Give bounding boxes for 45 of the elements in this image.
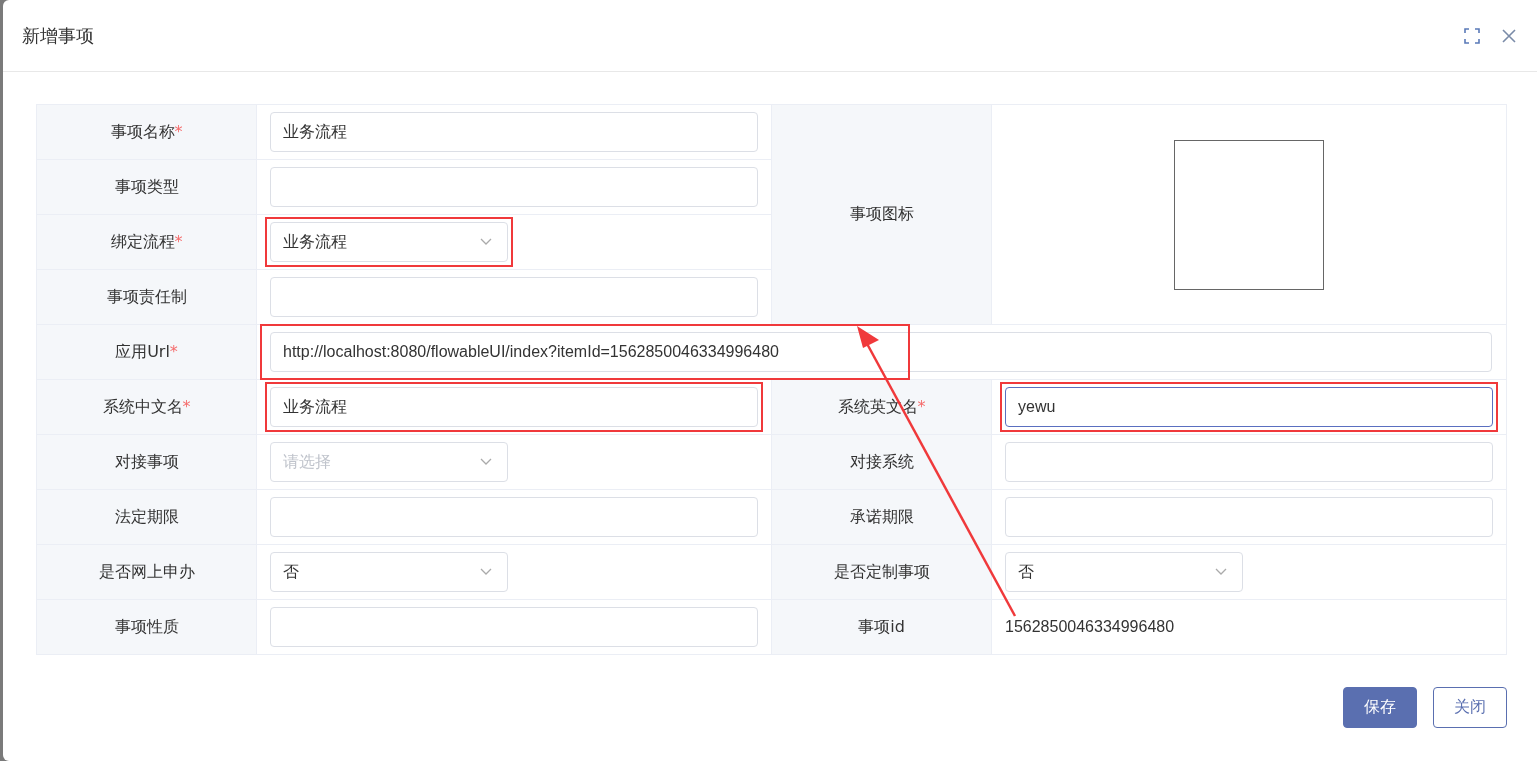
required-mark: *	[174, 121, 183, 141]
select-field[interactable]: 否	[270, 552, 508, 592]
select-field[interactable]: 业务流程	[270, 222, 508, 262]
field-label: 系统中文名	[102, 396, 183, 416]
field-label: 事项类型	[114, 176, 179, 196]
input-field[interactable]	[1005, 497, 1493, 537]
field-label: 是否定制事项	[833, 561, 930, 581]
required-mark: *	[917, 396, 926, 416]
required-mark: *	[169, 341, 178, 361]
field-label: 绑定流程	[110, 231, 175, 251]
fullscreen-icon[interactable]	[1463, 26, 1481, 45]
field-label: 承诺期限	[849, 506, 914, 526]
input-field[interactable]: 业务流程	[270, 387, 758, 427]
input-field[interactable]	[270, 607, 758, 647]
close-icon[interactable]	[1501, 27, 1517, 44]
field-label: 是否网上申办	[98, 561, 195, 581]
save-button[interactable]: 保存	[1343, 687, 1417, 728]
required-mark: *	[174, 231, 183, 251]
input-field[interactable]	[270, 167, 758, 207]
field-label: 对接事项	[114, 451, 179, 471]
input-field[interactable]: yewu	[1005, 387, 1493, 427]
input-field[interactable]: 业务流程	[270, 112, 758, 152]
field-label: 系统英文名	[837, 396, 918, 416]
field-label: 事项图标	[849, 204, 914, 223]
input-field[interactable]	[270, 497, 758, 537]
select-field[interactable]: 否	[1005, 552, 1243, 592]
required-mark: *	[182, 396, 191, 416]
field-value: 1562850046334996480	[1005, 618, 1175, 636]
field-label: 法定期限	[114, 506, 179, 526]
field-label: 事项id	[858, 616, 905, 636]
field-label: 事项责任制	[106, 286, 187, 306]
input-field[interactable]: http://localhost:8080/flowableUI/index?itemId=1562850046334996480	[270, 332, 1492, 372]
dialog-title: 新增事项	[22, 23, 94, 48]
icon-upload-box[interactable]	[1174, 139, 1324, 290]
chevron-down-icon	[480, 458, 492, 466]
input-field[interactable]	[270, 277, 758, 317]
field-label: 对接系统	[849, 451, 914, 471]
chevron-down-icon	[480, 238, 492, 246]
field-label: 事项性质	[114, 616, 179, 636]
chevron-down-icon	[480, 568, 492, 576]
field-label: 事项名称	[110, 121, 175, 141]
chevron-down-icon	[1215, 568, 1227, 576]
input-field[interactable]	[1005, 442, 1493, 482]
close-button[interactable]: 关闭	[1433, 687, 1507, 728]
field-label: 应用Url	[115, 341, 170, 361]
